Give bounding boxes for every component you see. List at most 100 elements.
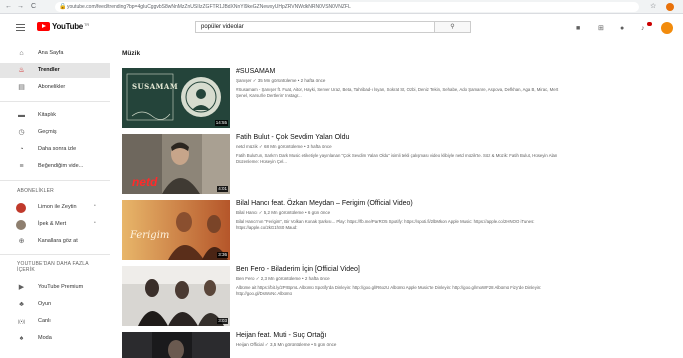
thumbnail-text: SUSAMAM — [132, 82, 179, 91]
messages-icon[interactable]: ● — [620, 25, 624, 32]
sidebar-item-label: Canlı — [38, 318, 51, 324]
sidebar-item-gaming[interactable]: ♣ Oyun — [0, 297, 110, 312]
forward-button[interactable]: → — [16, 2, 25, 11]
new-content-dot-icon: • — [94, 220, 96, 226]
search-icon: ⚲ — [450, 24, 455, 30]
sidebar-item-premium[interactable]: ▶ YouTube Premium — [0, 280, 110, 295]
sidebar-item-subscriptions[interactable]: ▤ Abonelikler — [0, 80, 110, 95]
sidebar-item-liked-videos[interactable]: ≡ Beğendiğim vide... — [0, 159, 110, 174]
youtube-premium-icon: ▶ — [18, 284, 25, 291]
video-description: Fatih Bulut'un, Sarkı'n Dark Music etike… — [236, 153, 558, 164]
history-icon: ◷ — [18, 129, 25, 136]
sidebar-item-label: Geçmiş — [38, 129, 57, 135]
sidebar-item-watch-later[interactable]: ◔ Daha sonra izle — [0, 142, 110, 157]
sidebar-item-label: Beğendiğim vide... — [38, 163, 84, 169]
sidebar-item-library[interactable]: ▬ Kitaplık — [0, 108, 110, 123]
youtube-header: YouTube TR ⚲ ■ ⊞ ● ♪ — [0, 14, 683, 42]
video-item: netd 4:01 Fatih Bulut - Çok Sevdim Yalan… — [122, 134, 662, 196]
avatar[interactable] — [661, 22, 673, 34]
browser-profile-icon[interactable] — [666, 3, 674, 11]
sidebar-item-label: Trendler — [38, 67, 60, 73]
divider — [0, 180, 110, 181]
clock-icon: ◔ — [19, 146, 24, 153]
thumbnail-image — [122, 332, 230, 358]
sidebar-item-label: Daha sonra izle — [38, 146, 77, 152]
sidebar-item-home[interactable]: ⌂ Ana Sayfa — [0, 46, 110, 61]
video-thumbnail[interactable]: SUSAMAM 14:55 — [122, 68, 230, 128]
live-icon: ((•)) — [17, 319, 26, 324]
video-meta: Şanışer ✓ 35 Mn görüntüleme • 2 hafta ön… — [236, 78, 326, 83]
video-meta: Bilal Hancı ✓ 5,2 Mn görüntüleme • 6 gün… — [236, 210, 331, 215]
section-title: Müzik — [122, 50, 141, 57]
video-duration: 14:55 — [214, 120, 228, 126]
channel-avatar — [16, 203, 26, 213]
trending-flame-icon: ♨ — [18, 67, 25, 74]
video-item: SUSAMAM 14:55 #SUSAMAM Şanışer ✓ 35 Mn g… — [122, 68, 662, 130]
sidebar-item-live[interactable]: ((•)) Canlı — [0, 314, 110, 329]
sidebar-item-trending[interactable]: ♨ Trendler — [0, 63, 110, 78]
search-box: ⚲ — [195, 21, 471, 33]
video-duration: 3:36 — [217, 252, 228, 258]
video-item: 3:03 Ben Fero - Biladerim İçin [Official… — [122, 266, 662, 328]
thumbnail-text: Ferigim — [130, 230, 170, 241]
add-circle-icon: ⊕ — [18, 238, 25, 245]
video-meta: Ben Fero ✓ 2,3 Mn görüntüleme • 2 hafta … — [236, 276, 330, 281]
video-title[interactable]: Bilal Hancı feat. Özkan Meydan – Ferigim… — [236, 200, 413, 207]
search-input[interactable] — [196, 22, 436, 32]
sidebar-item-browse-channels[interactable]: ⊕ Kanallara göz at — [0, 234, 110, 249]
sidebar-item-label: Kitaplık — [38, 112, 57, 118]
sidebar-item-fashion[interactable]: ♠ Moda — [0, 331, 110, 346]
address-bar[interactable]: 🔒 youtube.com/feed/trending?bp=4gIuCggvb… — [55, 2, 639, 12]
video-description: Bilal Hancı'nın "Ferigim", Bir Volkan Ko… — [236, 219, 535, 230]
youtube-play-icon — [37, 22, 50, 31]
divider — [0, 254, 110, 255]
library-icon: ▬ — [18, 112, 25, 119]
video-title[interactable]: Ben Fero - Biladerim İçin [Official Vide… — [236, 266, 360, 273]
video-thumbnail[interactable]: netd 4:01 — [122, 134, 230, 194]
thumbnail-text: netd — [132, 175, 158, 189]
sidebar-item-label: Kanallara göz at — [38, 238, 78, 244]
video-title[interactable]: #SUSAMAM — [236, 68, 275, 75]
video-title[interactable]: Fatih Bulut - Çok Sevdim Yalan Oldu — [236, 134, 349, 141]
lock-icon: 🔒 — [59, 4, 67, 10]
sidebar-item-label: Ana Sayfa — [38, 50, 64, 56]
sidebar: ⌂ Ana Sayfa ♨ Trendler ▤ Abonelikler ▬ K… — [0, 42, 114, 358]
channel-avatar — [16, 220, 26, 230]
sidebar-item-history[interactable]: ◷ Geçmiş — [0, 125, 110, 140]
video-meta: Heijan Official ✓ 3,5 Mn görüntüleme • 5… — [236, 342, 337, 347]
apps-grid-icon[interactable]: ⊞ — [598, 25, 604, 32]
browser-toolbar: ← → C 🔒 youtube.com/feed/trending?bp=4gI… — [0, 0, 683, 14]
logo-text: YouTube — [52, 22, 83, 31]
video-meta: netd müzik ✓ 68 Mn görüntüleme • 3 hafta… — [236, 144, 332, 149]
video-thumbnail[interactable]: 3:03 — [122, 266, 230, 326]
notifications-bell-icon[interactable]: ♪ — [641, 25, 645, 32]
sidebar-channel-item[interactable]: Limon ile Zeytin • — [0, 200, 110, 215]
video-thumbnail[interactable] — [122, 332, 230, 358]
sidebar-item-label: YouTube Premium — [38, 284, 84, 290]
subscriptions-heading: ABONELİKLER — [17, 188, 54, 194]
fashion-icon: ♠ — [19, 335, 24, 342]
more-from-youtube-heading: YOUTUBE'DAN DAHA FAZLA İÇERİK — [17, 261, 89, 273]
gaming-icon: ♣ — [19, 301, 24, 308]
video-description: Albüme ait https://bit.ly/2PrBpmL Albümü… — [236, 285, 542, 296]
video-item: Ferigim 3:36 Bilal Hancı feat. Özkan Mey… — [122, 200, 662, 262]
reload-button[interactable]: C — [29, 2, 38, 11]
new-content-dot-icon: • — [94, 203, 96, 209]
video-thumbnail[interactable]: Ferigim 3:36 — [122, 200, 230, 260]
video-duration: 4:01 — [217, 186, 228, 192]
sidebar-channel-item[interactable]: İpek & Mert • — [0, 217, 110, 232]
back-button[interactable]: ← — [4, 2, 13, 11]
subscriptions-icon: ▤ — [18, 84, 25, 91]
create-video-icon[interactable]: ■ — [576, 25, 580, 32]
notification-badge — [647, 22, 652, 26]
video-title[interactable]: Heijan feat. Muti - Suç Ortağı — [236, 332, 326, 339]
divider — [0, 101, 110, 102]
bookmark-star-icon[interactable]: ☆ — [650, 2, 656, 10]
search-button[interactable]: ⚲ — [434, 22, 470, 32]
sidebar-item-label: İpek & Mert — [38, 221, 67, 227]
susamam-art — [122, 68, 230, 128]
thumbnail-image — [122, 266, 230, 326]
youtube-logo[interactable]: YouTube TR — [37, 22, 89, 31]
menu-icon[interactable] — [16, 24, 25, 31]
video-description: #Susamam - Şanışer ft. Fuat, Aitor, Hayk… — [236, 87, 559, 98]
